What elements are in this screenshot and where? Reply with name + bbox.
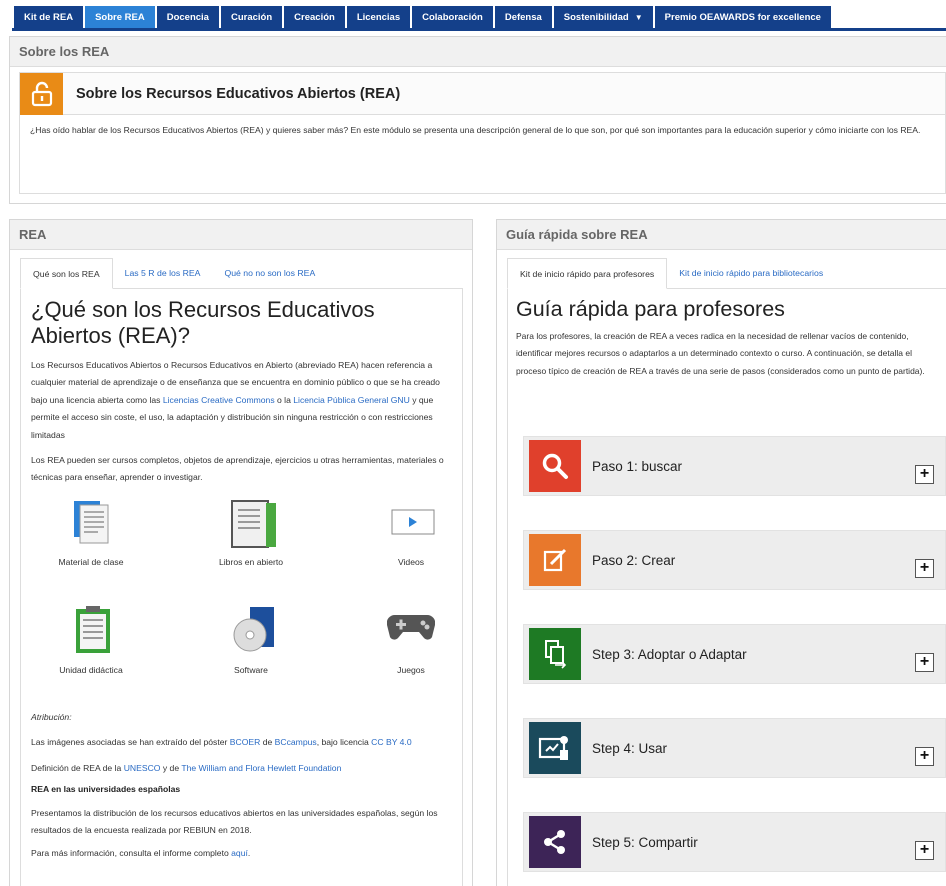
intro-panel-header: Sobre los REA [10, 37, 946, 67]
text: y de [160, 762, 182, 773]
resource-label: Material de clase [58, 557, 124, 567]
clipboard-icon [74, 605, 112, 660]
rea-tabs: Qué son los REA Las 5 R de los REA Qué n… [20, 258, 463, 289]
edit-icon [529, 534, 581, 586]
guide-tabs: Kit de inicio rápido para profesores Kit… [507, 258, 946, 289]
resource-label: Unidad didáctica [59, 665, 123, 675]
text: . [247, 848, 251, 859]
expand-plus-icon[interactable]: + [915, 558, 934, 578]
step-label: Step 3: Adoptar o Adaptar [592, 646, 747, 662]
nav-tab-label: Sostenibilidad [563, 11, 629, 23]
gamepad-icon [386, 611, 436, 646]
step-label: Paso 2: Crear [592, 552, 676, 568]
text: Las imágenes asociadas se han extraído d… [31, 737, 230, 748]
link-bccampus[interactable]: BCcampus [275, 737, 317, 747]
link-unesco[interactable]: UNESCO [124, 763, 161, 773]
resource-label: Juegos [397, 665, 425, 675]
intro-title-bar: Sobre los Recursos Educativos Abiertos (… [20, 72, 945, 115]
video-icon [391, 509, 435, 540]
nav-underline [12, 28, 946, 31]
nav-tab-curacion[interactable]: Curación [220, 6, 283, 28]
tab-que-son[interactable]: Qué son los REA [20, 258, 113, 289]
documents-icon [72, 499, 116, 550]
text: Definición de REA de la [31, 762, 124, 773]
rea-tab-content: ¿Qué son los Recursos Educativos Abierto… [20, 289, 463, 886]
tab-5r[interactable]: Las 5 R de los REA [113, 258, 213, 288]
resource-label: Videos [397, 557, 425, 567]
rea-panel: REA Qué son los REA Las 5 R de los REA Q… [9, 219, 473, 886]
adapt-icon [529, 628, 581, 680]
guide-heading: Guía rápida para profesores [516, 297, 785, 321]
presentation-icon [529, 722, 581, 774]
nav-tab-licencias[interactable]: Licencias [346, 6, 411, 28]
intro-title: Sobre los Recursos Educativos Abiertos (… [76, 85, 401, 102]
caret-down-icon: ▼ [634, 12, 643, 22]
guide-panel-header: Guía rápida sobre REA [497, 220, 946, 250]
resource-types-grid: Material de clase Libros en abierto Vide… [31, 499, 471, 699]
attribution-section: Atribución: Las imágenes asociadas se ha… [31, 709, 450, 863]
rea-panel-header: REA [10, 220, 472, 250]
attribution-text: Las imágenes asociadas se han extraído d… [31, 734, 450, 751]
rea-heading: ¿Qué son los Recursos Educativos Abierto… [31, 297, 375, 348]
book-icon [228, 499, 278, 554]
attribution-label: Atribución: [31, 712, 72, 722]
nav-tab-kit-de-rea[interactable]: Kit de REA [14, 6, 84, 28]
link-hewlett[interactable]: The William and Flora Hewlett Foundation [181, 763, 341, 773]
rebiun-text: Presentamos la distribución de los recur… [31, 807, 438, 836]
nav-tab-colaboracion[interactable]: Colaboración [412, 6, 493, 28]
step-5-accordion[interactable]: Step 5: Compartir + [523, 812, 946, 872]
lock-open-icon [20, 72, 63, 115]
link-creative-commons[interactable]: Licencias Creative Commons [163, 395, 275, 405]
expand-plus-icon[interactable]: + [915, 464, 934, 484]
nav-tab-premio[interactable]: Premio OEAWARDS for excellence [654, 6, 831, 28]
intro-box: Sobre los Recursos Educativos Abiertos (… [19, 72, 946, 194]
nav-tab-sostenibilidad[interactable]: Sostenibilidad ▼ [553, 6, 653, 28]
link-gnu-license[interactable]: Licencia Pública General GNU [293, 395, 410, 405]
intro-text: ¿Has oído hablar de los Recursos Educati… [30, 125, 921, 135]
expand-plus-icon[interactable]: + [915, 652, 934, 672]
nav-tab-docencia[interactable]: Docencia [156, 6, 219, 28]
guide-panel: Guía rápida sobre REA Kit de inicio rápi… [496, 219, 946, 886]
link-aqui[interactable]: aquí [231, 848, 248, 858]
expand-plus-icon[interactable]: + [915, 840, 934, 860]
nav-tab-defensa[interactable]: Defensa [494, 6, 552, 28]
share-icon [529, 816, 581, 868]
search-icon [529, 440, 581, 492]
resource-label: Software [234, 665, 268, 675]
step-label: Step 4: Usar [592, 740, 668, 756]
tab-que-no-son[interactable]: Qué no no son los REA [212, 258, 327, 288]
software-cd-icon [230, 605, 280, 660]
definition-sources: Definición de REA de la UNESCO y de The … [31, 760, 450, 777]
main-nav: Kit de REA Sobre REA Docencia Curación C… [14, 6, 833, 28]
rea-definition: Los Recursos Educativos Abiertos o Recur… [31, 357, 450, 444]
tab-kit-bibliotecarios[interactable]: Kit de inicio rápido para bibliotecarios [667, 258, 835, 288]
step-label: Step 5: Compartir [592, 834, 698, 850]
text: , bajo licencia [316, 737, 372, 748]
nav-tab-creacion[interactable]: Creación [284, 6, 345, 28]
rea-types-text: Los REA pueden ser cursos completos, obj… [31, 455, 444, 483]
tab-kit-profesores[interactable]: Kit de inicio rápido para profesores [507, 258, 668, 289]
link-cc-by[interactable]: CC BY 4.0 [371, 737, 411, 747]
spanish-universities-heading: REA en las universidades españolas [31, 784, 181, 795]
text: de [260, 737, 275, 748]
link-bcoer[interactable]: BCOER [230, 737, 261, 747]
resource-label: Libros en abierto [218, 557, 284, 567]
step-1-accordion[interactable]: Paso 1: buscar + [523, 436, 946, 496]
nav-tab-sobre-rea[interactable]: Sobre REA [85, 6, 155, 28]
step-4-accordion[interactable]: Step 4: Usar + [523, 718, 946, 778]
step-3-accordion[interactable]: Step 3: Adoptar o Adaptar + [523, 624, 946, 684]
text: Para más información, consulta el inform… [31, 848, 232, 859]
text: o la [274, 394, 294, 405]
more-info-text: Para más información, consulta el inform… [31, 845, 450, 862]
expand-plus-icon[interactable]: + [915, 746, 934, 766]
step-label: Paso 1: buscar [592, 458, 683, 474]
guide-text: Para los profesores, la creación de REA … [516, 331, 925, 376]
step-2-accordion[interactable]: Paso 2: Crear + [523, 530, 946, 590]
guide-tab-content: Guía rápida para profesores Para los pro… [507, 289, 946, 886]
